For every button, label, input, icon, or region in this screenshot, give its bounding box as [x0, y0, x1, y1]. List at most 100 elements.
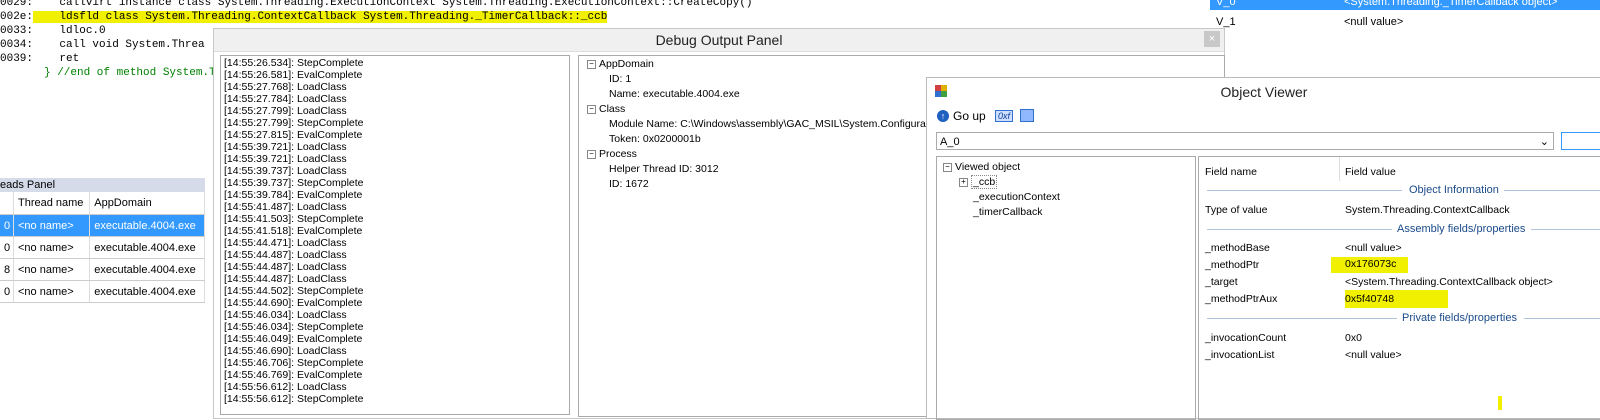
up-arrow-icon: ↑ [937, 110, 949, 122]
log-line[interactable]: [14:55:44.502]: StepComplete [224, 285, 566, 297]
divider [1524, 318, 1600, 319]
field-grid: Field name Field value Object Informatio… [1198, 156, 1600, 420]
tree-node-ccb[interactable]: + _ccb [959, 175, 998, 189]
thread-name-header[interactable]: Thread name [13, 192, 91, 215]
side-button[interactable] [1561, 132, 1600, 150]
collapse-icon[interactable]: − [587, 59, 596, 69]
section-private-fields: Private fields/properties [1402, 312, 1517, 324]
divider [1207, 229, 1392, 230]
log-line[interactable]: [14:55:56.612]: LoadClass [224, 381, 566, 393]
field-name: Type of value [1205, 204, 1268, 216]
log-line[interactable]: [14:55:44.487]: LoadClass [224, 249, 566, 261]
log-line[interactable]: [14:55:44.690]: EvalComplete [224, 297, 566, 309]
collapse-icon[interactable]: − [943, 162, 952, 172]
collapse-icon[interactable]: − [587, 104, 596, 114]
appdomain-header[interactable]: AppDomain [89, 192, 205, 215]
log-line[interactable]: [14:55:27.784]: LoadClass [224, 93, 566, 105]
tree-leaf[interactable]: Name: executable.4004.exe [609, 88, 740, 100]
table-row[interactable]: 8 <no name> executable.4004.exe [0, 258, 205, 281]
log-line[interactable]: [14:55:41.487]: LoadClass [224, 201, 566, 213]
code-line: 0033: ldloc.0 [0, 25, 106, 37]
app-icon [935, 85, 947, 97]
tree-leaf[interactable]: ID: 1 [609, 73, 631, 85]
divider [1504, 190, 1600, 191]
chevron-down-icon[interactable]: ⌄ [1540, 133, 1549, 151]
tree-node-viewed-object[interactable]: − Viewed object [943, 161, 1020, 173]
log-line[interactable]: [14:55:44.487]: LoadClass [224, 273, 566, 285]
log-line[interactable]: [14:55:46.690]: LoadClass [224, 345, 566, 357]
log-line[interactable]: [14:55:46.769]: EvalComplete [224, 369, 566, 381]
divider [1531, 229, 1600, 230]
debug-log-list[interactable]: [14:55:26.534]: StepComplete [14:55:26.58… [220, 55, 570, 415]
code-end-comment: } //end of method System.T [44, 67, 216, 79]
field-name: _methodBase [1205, 242, 1270, 254]
close-button[interactable]: × [1204, 31, 1220, 47]
tree-node-class[interactable]: − Class [587, 103, 625, 115]
locals-row-selected[interactable]: V_0 <System.Threading._TimerCallback obj… [1210, 0, 1600, 10]
log-line[interactable]: [14:55:56.612]: StepComplete [224, 393, 566, 405]
code-line: 0034: call void System.Threa [0, 39, 205, 51]
code-line: 0039: ret [0, 53, 80, 65]
locals-panel: V_0 <System.Threading._TimerCallback obj… [1210, 0, 1600, 34]
expand-icon[interactable]: + [959, 177, 968, 187]
log-line[interactable]: [14:55:41.518]: EvalComplete [224, 225, 566, 237]
locals-row[interactable]: V_1 <null value> [1210, 16, 1600, 30]
go-up-button[interactable]: ↑ Go up [937, 109, 986, 123]
divider [1207, 190, 1402, 191]
picture-icon[interactable] [1020, 109, 1035, 123]
log-line[interactable]: [14:55:27.815]: EvalComplete [224, 129, 566, 141]
field-name: _invocationList [1205, 349, 1275, 361]
log-line[interactable]: [14:55:44.487]: LoadClass [224, 261, 566, 273]
section-object-information: Object Information [1409, 184, 1499, 196]
log-line[interactable]: [14:55:39.737]: LoadClass [224, 165, 566, 177]
log-line[interactable]: [14:55:46.706]: StepComplete [224, 357, 566, 369]
tree-node-execution-context[interactable]: _executionContext [973, 191, 1060, 203]
tree-leaf[interactable]: Helper Thread ID: 3012 [609, 163, 719, 175]
object-viewer-window: Object Viewer ↑ Go up 0xf A_0 ⌄ − Viewed … [926, 77, 1600, 420]
threads-panel-title: eads Panel [0, 178, 205, 192]
tree-node-timer-callback[interactable]: _timerCallback [973, 206, 1042, 218]
divider [1207, 318, 1397, 319]
field-value-highlighted: 0x5f40748 [1345, 290, 1449, 308]
code-line: 0029: callvirt instance class System.Thr… [0, 0, 753, 9]
log-line[interactable]: [14:55:27.799]: LoadClass [224, 105, 566, 117]
field-name: _invocationCount [1205, 332, 1287, 344]
log-line[interactable]: [14:55:46.034]: LoadClass [224, 309, 566, 321]
object-viewer-title: Object Viewer [927, 78, 1600, 106]
tree-leaf[interactable]: Token: 0x0200001b [609, 133, 701, 145]
log-line[interactable]: [14:55:39.784]: EvalComplete [224, 189, 566, 201]
log-line[interactable]: [14:55:27.768]: LoadClass [224, 81, 566, 93]
log-line[interactable]: [14:55:26.534]: StepComplete [224, 57, 566, 69]
log-line[interactable]: [14:55:26.581]: EvalComplete [224, 69, 566, 81]
log-line[interactable]: [14:55:39.721]: LoadClass [224, 141, 566, 153]
tree-node-appdomain[interactable]: − AppDomain [587, 58, 654, 70]
log-line[interactable]: [14:55:44.471]: LoadClass [224, 237, 566, 249]
column-divider[interactable] [1339, 157, 1340, 181]
field-name: _methodPtr [1205, 259, 1260, 271]
field-name-header[interactable]: Field name [1205, 166, 1257, 178]
hex-toggle-button[interactable]: 0xf [995, 110, 1014, 122]
table-row[interactable]: 0 <no name> executable.4004.exe [0, 236, 205, 259]
tree-node-process[interactable]: − Process [587, 148, 637, 160]
table-row[interactable]: 0 <no name> executable.4004.exe [0, 214, 205, 237]
field-value: 0x0 [1345, 332, 1362, 344]
threads-table: Thread name AppDomain 0 <no name> execut… [0, 192, 205, 303]
log-line[interactable]: [14:55:41.503]: StepComplete [224, 213, 566, 225]
object-tree: − Viewed object + _ccb _executionContext _… [936, 156, 1196, 420]
table-row[interactable]: 0 <no name> executable.4004.exe [0, 280, 205, 303]
toolbar: ↑ Go up 0xf [937, 108, 1035, 128]
highlight-mark [1498, 396, 1502, 410]
field-value-header[interactable]: Field value [1345, 166, 1396, 178]
tree-leaf[interactable]: Module Name: C:\Windows\assembly\GAC_MSI… [609, 118, 931, 130]
log-line[interactable]: [14:55:27.799]: StepComplete [224, 117, 566, 129]
code-line-highlighted: 002e: ldsfld class System.Threading.Cont… [0, 11, 608, 23]
log-line[interactable]: [14:55:46.034]: StepComplete [224, 321, 566, 333]
log-line[interactable]: [14:55:46.049]: EvalComplete [224, 333, 566, 345]
id-header[interactable] [0, 192, 14, 215]
collapse-icon[interactable]: − [587, 149, 596, 159]
field-value: <null value> [1345, 349, 1402, 361]
object-selector-combo[interactable]: A_0 ⌄ [936, 132, 1554, 150]
log-line[interactable]: [14:55:39.721]: LoadClass [224, 153, 566, 165]
log-line[interactable]: [14:55:39.737]: StepComplete [224, 177, 566, 189]
tree-leaf[interactable]: ID: 1672 [609, 178, 649, 190]
